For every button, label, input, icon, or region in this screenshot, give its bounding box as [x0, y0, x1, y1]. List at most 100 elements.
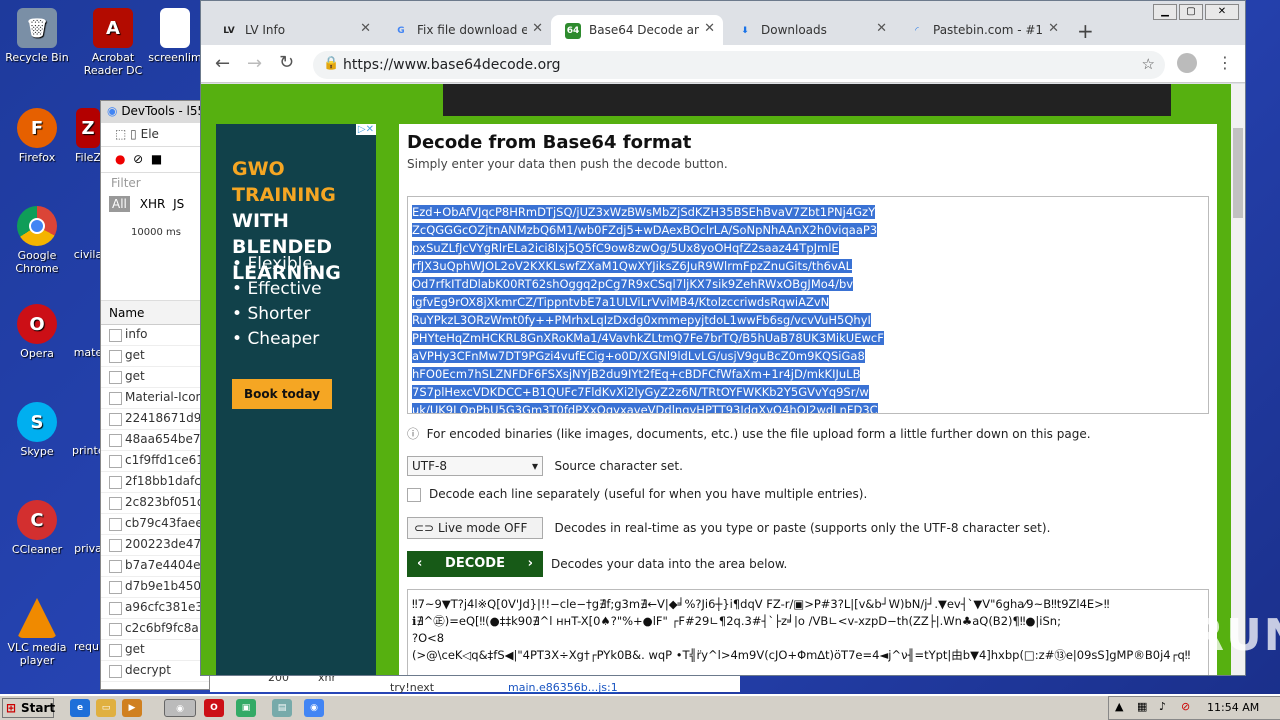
tab-base64[interactable]: 64Base64 Decode and Enc✕: [551, 15, 723, 45]
new-tab-icon[interactable]: +: [1077, 19, 1094, 43]
filter-js[interactable]: JS: [173, 197, 184, 211]
request-row[interactable]: cb79c43faee: [101, 514, 209, 535]
input-line: ZcQGGGcOZjtnANMzbQ6M1/wb0FZdj5+wDAexBOcl…: [412, 223, 878, 237]
acrobat-shortcut[interactable]: A Acrobat Reader DC: [76, 8, 150, 77]
tab-pastebin[interactable]: ◜Pastebin.com - #1 paste✕: [895, 15, 1067, 45]
request-row[interactable]: get: [101, 346, 209, 367]
opera-taskbar-icon[interactable]: O: [204, 699, 224, 717]
forward-icon[interactable]: →: [247, 53, 262, 74]
opera-shortcut[interactable]: O Opera: [0, 304, 74, 360]
request-row[interactable]: a96cfc381e3: [101, 598, 209, 619]
chrome-shortcut[interactable]: Google Chrome: [0, 206, 74, 275]
side-ad[interactable]: ▷✕ GWO TRAINING WITH BLENDED LEARNING • …: [216, 124, 376, 675]
maximize-icon[interactable]: ▢: [1179, 4, 1203, 20]
tray-network-icon[interactable]: ▦: [1137, 700, 1147, 713]
close-icon[interactable]: ✕: [532, 21, 543, 36]
minimize-icon[interactable]: ▁: [1153, 4, 1177, 20]
close-icon[interactable]: ✕: [704, 21, 715, 36]
request-row[interactable]: info: [101, 325, 209, 346]
top-banner-ad[interactable]: [443, 84, 1171, 116]
close-icon[interactable]: ✕: [360, 21, 371, 36]
input-line: RuYPkzL3ORzWmt0fy++PMrhxLqIzDxdg0xmmepyj…: [412, 313, 871, 327]
page-subtitle: Simply enter your data then push the dec…: [407, 157, 728, 171]
bookmark-star-icon[interactable]: ☆: [1142, 55, 1155, 73]
request-row[interactable]: decrypt: [101, 661, 209, 682]
tray-arrow-icon[interactable]: ▲: [1115, 700, 1123, 713]
toggle-icon: ⊂⊃: [414, 521, 435, 535]
base64-input[interactable]: Ezd+ObAfVJqcP8HRmDTjSQ/jUZ3xWzBWsMbZjSdK…: [407, 196, 1209, 414]
tab-downloads[interactable]: ⬇ Downloads ✕: [723, 15, 895, 45]
request-row[interactable]: 200223de47: [101, 535, 209, 556]
tray-security-icon[interactable]: ⊘: [1181, 700, 1190, 713]
notepad-icon[interactable]: ▤: [272, 699, 292, 717]
inspect-icon[interactable]: ⬚: [115, 127, 126, 141]
devtools-window[interactable]: ◉ DevTools - l55y ⬚ ▯ Ele ● ⊘ ■ Filter A…: [100, 100, 210, 690]
devtools-toolbar: ⬚ ▯ Ele: [101, 123, 209, 147]
profile-avatar-icon[interactable]: [1177, 53, 1197, 73]
menu-dots-icon[interactable]: ⋮: [1217, 53, 1233, 72]
vlc-shortcut[interactable]: VLC media player: [0, 598, 74, 667]
reload-icon[interactable]: ↻: [279, 52, 294, 73]
close-icon[interactable]: ✕: [876, 21, 887, 36]
decoder-panel: Decode from Base64 format Simply enter y…: [399, 124, 1217, 675]
ccleaner-shortcut[interactable]: C CCleaner: [0, 500, 74, 556]
dropdown-arrow-icon: ▾: [531, 459, 538, 473]
close-icon[interactable]: ✕: [1048, 21, 1059, 36]
page-scrollbar[interactable]: [1231, 84, 1245, 675]
scrollbar-thumb[interactable]: [1233, 128, 1243, 218]
request-row[interactable]: 48aa654be7f: [101, 430, 209, 451]
live-mode-toggle[interactable]: ⊂⊃ Live mode OFF: [407, 517, 543, 539]
input-line: uk/UK9LQpPbU5G3Gm3T0fdPXxOqyxaveVDdlngyH…: [412, 403, 878, 413]
request-row[interactable]: c1f9ffd1ce61: [101, 451, 209, 472]
tab-fix-download[interactable]: GFix file download error✕: [379, 15, 551, 45]
adchoices-icon[interactable]: ▷✕: [355, 124, 376, 135]
column-name[interactable]: Name: [101, 301, 209, 325]
firefox-shortcut[interactable]: F Firefox: [0, 108, 74, 164]
recycle-bin-shortcut[interactable]: 🗑 Recycle Bin: [0, 8, 74, 64]
filter-input[interactable]: Filter: [101, 173, 209, 195]
browser-window[interactable]: LVLV Info✕ GFix file download error✕ 64B…: [200, 0, 1246, 676]
decode-button[interactable]: ‹ DECODE ›: [407, 551, 543, 577]
request-row[interactable]: b7a7e4404ed: [101, 556, 209, 577]
request-row[interactable]: 22418671d97: [101, 409, 209, 430]
filter-xhr[interactable]: XHR: [140, 197, 166, 211]
back-icon[interactable]: ←: [215, 53, 230, 74]
filter-all[interactable]: All: [109, 196, 130, 212]
request-row[interactable]: c2c6bf9fc8a: [101, 619, 209, 640]
lv-icon: LV: [223, 26, 235, 36]
chrome-taskbar-icon[interactable]: ◉: [164, 699, 196, 717]
record-icon[interactable]: ●: [115, 152, 125, 166]
request-row[interactable]: 2f18bb1dafc9: [101, 472, 209, 493]
address-bar[interactable]: 🔒 https://www.base64decode.org ☆: [313, 51, 1165, 79]
request-row[interactable]: Material-Icon: [101, 388, 209, 409]
chevron-right-icon: ›: [527, 556, 533, 571]
ad-bullets: • Flexible • Effective • Shorter • Cheap…: [232, 254, 322, 349]
request-row[interactable]: get: [101, 367, 209, 388]
tray-volume-icon[interactable]: ♪: [1159, 700, 1166, 713]
request-row[interactable]: d7b9e1b4507: [101, 577, 209, 598]
window-close-icon[interactable]: ✕: [1205, 4, 1239, 20]
ie-icon[interactable]: e: [70, 699, 90, 717]
per-line-checkbox[interactable]: [407, 487, 421, 502]
device-icon[interactable]: ▯: [130, 127, 137, 141]
terminal-icon[interactable]: ▣: [236, 699, 256, 717]
camera-icon[interactable]: ■: [151, 152, 162, 166]
explorer-icon[interactable]: ▭: [96, 699, 116, 717]
charset-select[interactable]: UTF-8 ▾: [407, 456, 543, 476]
input-line: igfvEg9rOX8jXkmrCZ/TippntvbE7a1ULViLrVvi…: [412, 295, 830, 309]
media-icon[interactable]: ▶: [122, 699, 142, 717]
input-line: aVPHy3CFnMw7DT9PGzi4vufECig+o0D/XGNl9ldL…: [412, 349, 865, 363]
chrome-taskbar-icon-2[interactable]: ◉: [304, 699, 324, 717]
request-row[interactable]: 2c823bf051d: [101, 493, 209, 514]
tab-strip: LVLV Info✕ GFix file download error✕ 64B…: [201, 1, 1245, 45]
skype-shortcut[interactable]: S Skype: [0, 402, 74, 458]
start-button[interactable]: ⊞ Start: [2, 698, 55, 718]
firefox-icon: F: [17, 108, 57, 148]
filezilla-icon: Z: [76, 108, 100, 148]
clock: 11:54 AM: [1207, 701, 1260, 714]
book-today-button[interactable]: Book today: [232, 379, 332, 409]
request-row[interactable]: get: [101, 640, 209, 661]
chrome-icon: [17, 206, 57, 246]
clear-icon[interactable]: ⊘: [133, 152, 143, 166]
tab-lv-info[interactable]: LV LV Info ✕: [207, 15, 379, 45]
